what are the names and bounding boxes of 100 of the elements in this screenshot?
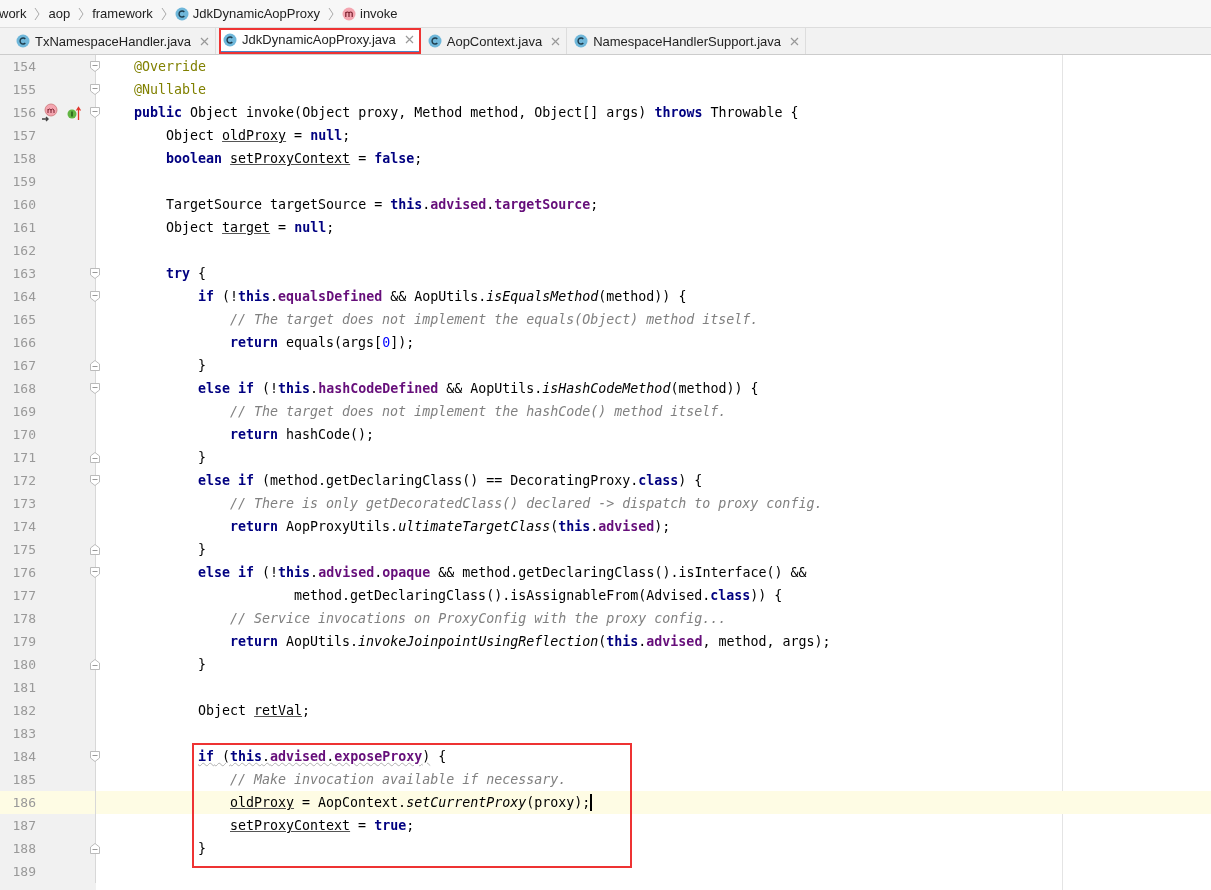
line-number: 154 <box>11 59 36 74</box>
code-line: // Make invocation available if necessary. <box>230 772 567 787</box>
class-icon <box>223 32 238 47</box>
fold-icon[interactable] <box>90 567 100 578</box>
code-line: return hashCode(); <box>230 427 375 442</box>
code-line: Object target = null; <box>166 220 335 235</box>
text-caret <box>590 794 593 811</box>
fold-icon[interactable] <box>90 659 100 670</box>
line-number: 179 <box>11 634 36 649</box>
fold-icon[interactable] <box>90 544 100 555</box>
code-line: } <box>198 542 206 557</box>
chevron-icon <box>34 6 41 21</box>
code-line: Object retVal; <box>198 703 311 718</box>
code-line: else if (method.getDeclaringClass() == DecoratingProxy.class) { <box>198 473 703 488</box>
line-number: 182 <box>11 703 36 718</box>
tab-label: AopContext.java <box>446 33 543 49</box>
line-number: 164 <box>11 289 36 304</box>
code-line: if (!this.equalsDefined && AopUtils.isEqualsMethod(method)) { <box>198 289 687 304</box>
code-line: @Override <box>134 59 207 74</box>
code-line: return equals(args[0]); <box>230 335 415 350</box>
breadcrumb-item[interactable]: invoke <box>340 6 400 21</box>
code-line: // There is only getDecoratedClass() declared -> dispatch to proxy config. <box>230 496 823 511</box>
line-number: 181 <box>11 680 36 695</box>
code-line: // The target does not implement the equals(Object) method itself. <box>230 312 759 327</box>
fold-icon[interactable] <box>90 475 100 486</box>
line-number: 172 <box>11 473 36 488</box>
line-number: 160 <box>11 197 36 212</box>
line-number: 155 <box>11 82 36 97</box>
code-line: setProxyContext = true; <box>230 818 415 833</box>
tab-label: TxNamespaceHandler.java <box>35 33 192 49</box>
line-number: 187 <box>11 818 36 833</box>
override-method-icon[interactable] <box>40 102 60 123</box>
close-icon[interactable] <box>551 36 561 46</box>
code-line: public Object invoke(Object proxy, Method method, Object[] args) throws Throwable { <box>134 105 799 120</box>
line-number: 171 <box>11 450 36 465</box>
code-line: else if (!this.advised.opaque && method.getDeclaringClass().isInterface() && <box>198 565 807 580</box>
code-line: boolean setProxyContext = false; <box>166 151 423 166</box>
line-number: 165 <box>11 312 36 327</box>
code-line: method.getDeclaringClass().isAssignableFrom(Advised.class)) { <box>294 588 783 603</box>
code-line: TargetSource targetSource = this.advised.targetSource; <box>166 197 599 212</box>
line-number: 157 <box>11 128 36 143</box>
fold-icon[interactable] <box>90 107 100 118</box>
fold-icon[interactable] <box>90 291 100 302</box>
line-number: 158 <box>11 151 36 166</box>
line-number: 173 <box>11 496 36 511</box>
code-line: try { <box>166 266 207 281</box>
code-line: } <box>198 358 206 373</box>
class-icon <box>574 34 589 48</box>
breadcrumb-item[interactable]: JdkDynamicAopProxy <box>172 6 322 21</box>
code-line: return AopUtils.invokeJoinpointUsingReflection(this.advised, method, args); <box>230 634 831 649</box>
line-number: 189 <box>11 864 36 879</box>
editor-tab[interactable]: NamespaceHandlerSupport.java <box>570 28 807 54</box>
fold-icon[interactable] <box>90 84 100 95</box>
line-number: 168 <box>11 381 36 396</box>
line-number: 156 <box>11 105 36 120</box>
line-number: 175 <box>11 542 36 557</box>
line-number: 174 <box>11 519 36 534</box>
fold-icon[interactable] <box>90 61 100 72</box>
close-icon[interactable] <box>200 36 210 46</box>
chevron-icon <box>78 6 85 21</box>
class-icon <box>427 34 442 48</box>
line-number: 183 <box>11 726 36 741</box>
chevron-icon <box>328 6 334 21</box>
breadcrumb-item[interactable]: aop <box>46 6 73 21</box>
code-line: } <box>198 841 206 856</box>
fold-icon[interactable] <box>90 268 100 279</box>
editor-tab[interactable]: TxNamespaceHandler.java <box>12 28 217 54</box>
code-line: Object oldProxy = null; <box>166 128 351 143</box>
fold-icon[interactable] <box>90 452 100 463</box>
code-line: else if (!this.hashCodeDefined && AopUtils.isHashCodeMethod(method)) { <box>198 381 759 396</box>
editor-tab[interactable]: AopContext.java <box>423 28 568 54</box>
line-number: 177 <box>11 588 36 603</box>
implemented-interface-icon[interactable] <box>66 104 82 121</box>
line-number: 188 <box>11 841 36 856</box>
code-line: oldProxy = AopContext.setCurrentProxy(proxy); <box>230 795 591 810</box>
fold-icon[interactable] <box>90 360 100 371</box>
fold-icon[interactable] <box>90 843 100 854</box>
line-number: 162 <box>11 243 36 258</box>
line-number: 170 <box>11 427 36 442</box>
close-icon[interactable] <box>790 36 800 46</box>
class-icon <box>174 6 189 21</box>
line-number: 186 <box>11 795 36 810</box>
code-line: @Nullable <box>134 82 207 97</box>
fold-icon[interactable] <box>90 383 100 394</box>
code-line: return AopProxyUtils.ultimateTargetClass(this.advised); <box>230 519 671 534</box>
line-number: 185 <box>11 772 36 787</box>
line-number: 163 <box>11 266 36 281</box>
code-line: // The target does not implement the hashCode() method itself. <box>230 404 727 419</box>
breadcrumb-item[interactable]: framework <box>90 6 155 21</box>
line-number: 161 <box>11 220 36 235</box>
class-icon <box>16 34 30 48</box>
line-number: 176 <box>11 565 36 580</box>
line-number: 178 <box>11 611 36 626</box>
tab-label: NamespaceHandlerSupport.java <box>593 33 782 49</box>
code-line: } <box>198 450 206 465</box>
code-line: if (this.advised.exposeProxy) { <box>198 749 447 764</box>
close-icon[interactable] <box>404 35 414 44</box>
tab-label: JdkDynamicAopProxy.java <box>242 32 396 47</box>
line-number: 166 <box>11 335 36 350</box>
fold-icon[interactable] <box>90 751 100 762</box>
